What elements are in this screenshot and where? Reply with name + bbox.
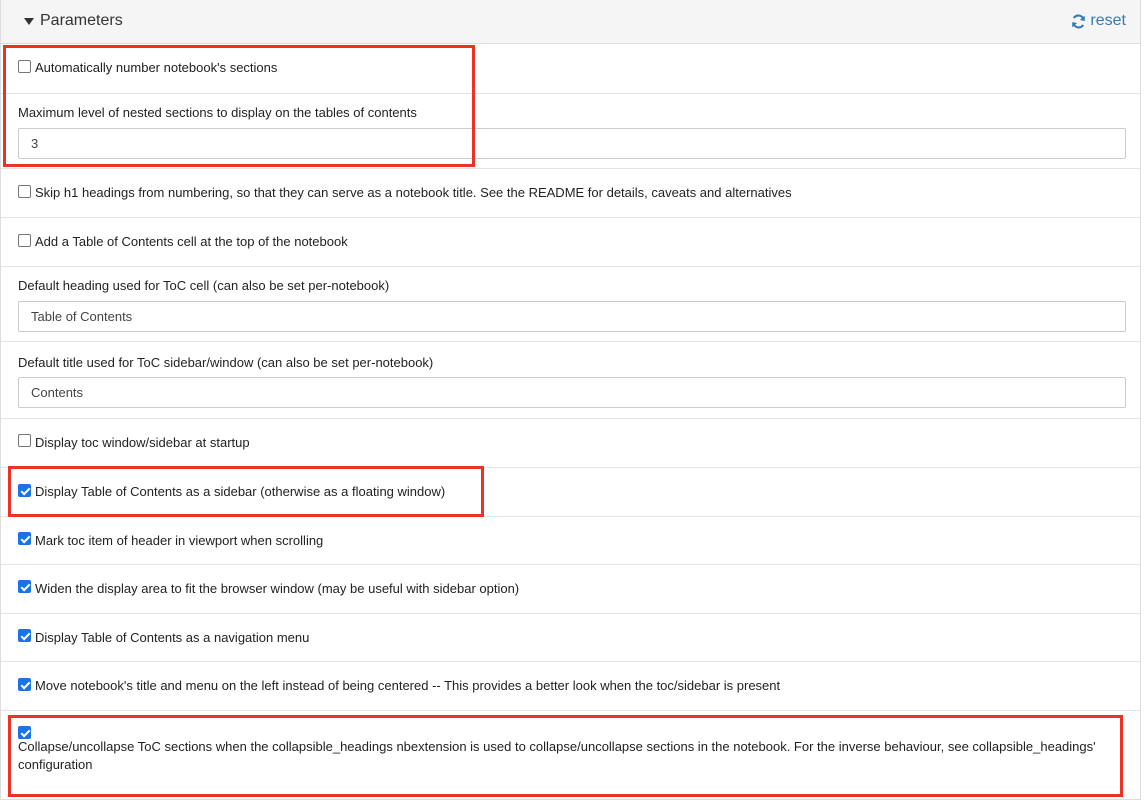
param-row-sidebar: Display Table of Contents as a sidebar (… xyxy=(1,468,1140,517)
collapse-label: Collapse/uncollapse ToC sections when th… xyxy=(18,739,1096,772)
number-sections-checkbox[interactable] xyxy=(18,60,31,73)
sidebar-label: Display Table of Contents as a sidebar (… xyxy=(35,484,446,499)
reset-label: reset xyxy=(1090,12,1126,29)
move-title-checkbox[interactable] xyxy=(18,678,31,691)
toc-heading-label: Default heading used for ToC cell (can a… xyxy=(18,278,390,293)
param-row-widen: Widen the display area to fit the browse… xyxy=(1,565,1140,614)
toc-title-input[interactable] xyxy=(18,377,1126,408)
toc-cell-label: Add a Table of Contents cell at the top … xyxy=(35,234,348,249)
param-row-nav-menu: Display Table of Contents as a navigatio… xyxy=(1,614,1140,662)
max-level-label: Maximum level of nested sections to disp… xyxy=(18,105,417,120)
param-row-toc-heading: Default heading used for ToC cell (can a… xyxy=(1,267,1140,342)
param-row-toc-cell: Add a Table of Contents cell at the top … xyxy=(1,218,1140,267)
param-row-mark-viewport: Mark toc item of header in viewport when… xyxy=(1,517,1140,565)
param-row-move-title: Move notebook's title and menu on the le… xyxy=(1,662,1140,711)
toc-startup-label: Display toc window/sidebar at startup xyxy=(35,435,250,450)
sidebar-checkbox[interactable] xyxy=(18,484,31,497)
skip-h1-checkbox[interactable] xyxy=(18,185,31,198)
parameters-title: Parameters xyxy=(40,12,123,29)
skip-h1-label: Skip h1 headings from numbering, so that… xyxy=(35,185,792,200)
param-row-toc-title: Default title used for ToC sidebar/windo… xyxy=(1,342,1140,419)
parameters-panel: Parameters reset Automatically number no… xyxy=(0,0,1141,800)
param-row-number-sections: Automatically number notebook's sections xyxy=(1,44,1140,94)
refresh-icon xyxy=(1072,14,1086,28)
mark-viewport-label: Mark toc item of header in viewport when… xyxy=(35,533,324,548)
mark-viewport-checkbox[interactable] xyxy=(18,532,31,545)
toc-cell-checkbox[interactable] xyxy=(18,234,31,247)
move-title-label: Move notebook's title and menu on the le… xyxy=(35,678,781,693)
param-row-skip-h1: Skip h1 headings from numbering, so that… xyxy=(1,169,1140,218)
param-row-toc-startup: Display toc window/sidebar at startup xyxy=(1,419,1140,468)
widen-label: Widen the display area to fit the browse… xyxy=(35,581,520,596)
max-level-input[interactable] xyxy=(18,128,1126,159)
caret-down-icon[interactable] xyxy=(24,18,34,25)
widen-checkbox[interactable] xyxy=(18,580,31,593)
nav-menu-checkbox[interactable] xyxy=(18,629,31,642)
param-row-collapse: Collapse/uncollapse ToC sections when th… xyxy=(1,711,1140,799)
toc-title-label: Default title used for ToC sidebar/windo… xyxy=(18,355,434,370)
toc-heading-input[interactable] xyxy=(18,301,1126,332)
nav-menu-label: Display Table of Contents as a navigatio… xyxy=(35,630,310,645)
parameters-header[interactable]: Parameters reset xyxy=(1,0,1140,44)
toc-startup-checkbox[interactable] xyxy=(18,434,31,447)
param-row-max-level: Maximum level of nested sections to disp… xyxy=(1,94,1140,169)
number-sections-label: Automatically number notebook's sections xyxy=(35,60,278,75)
reset-button[interactable]: reset xyxy=(1071,12,1126,30)
